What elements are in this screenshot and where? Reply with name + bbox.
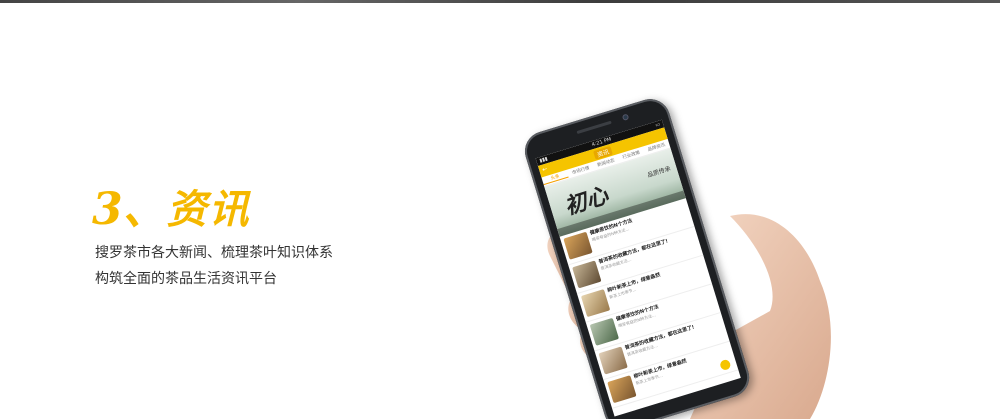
section-heading: 资讯 xyxy=(166,187,251,233)
article-thumbnail xyxy=(563,231,593,260)
phone-speaker xyxy=(576,120,612,135)
top-strip xyxy=(0,0,1000,3)
description-line-1: 搜罗茶市各大新闻、梳理茶叶知识体系 xyxy=(95,245,333,261)
banner-subtitle: 品质传承 xyxy=(646,165,672,180)
back-arrow-icon[interactable]: ← xyxy=(541,166,548,174)
article-thumbnail xyxy=(607,375,637,404)
article-thumbnail xyxy=(589,317,620,346)
section-number: 3、 xyxy=(92,184,167,235)
article-thumbnail xyxy=(598,346,628,375)
article-thumbnail xyxy=(580,289,611,318)
section-title: 3、 资讯 xyxy=(92,183,251,235)
section-description: 搜罗茶市各大新闻、梳理茶叶知识体系 构筑全面的茶品生活资讯平台 xyxy=(95,240,415,292)
camera-icon xyxy=(621,113,630,121)
description-line-2: 构筑全面的茶品生活资讯平台 xyxy=(95,271,277,287)
article-thumbnail xyxy=(572,260,602,289)
